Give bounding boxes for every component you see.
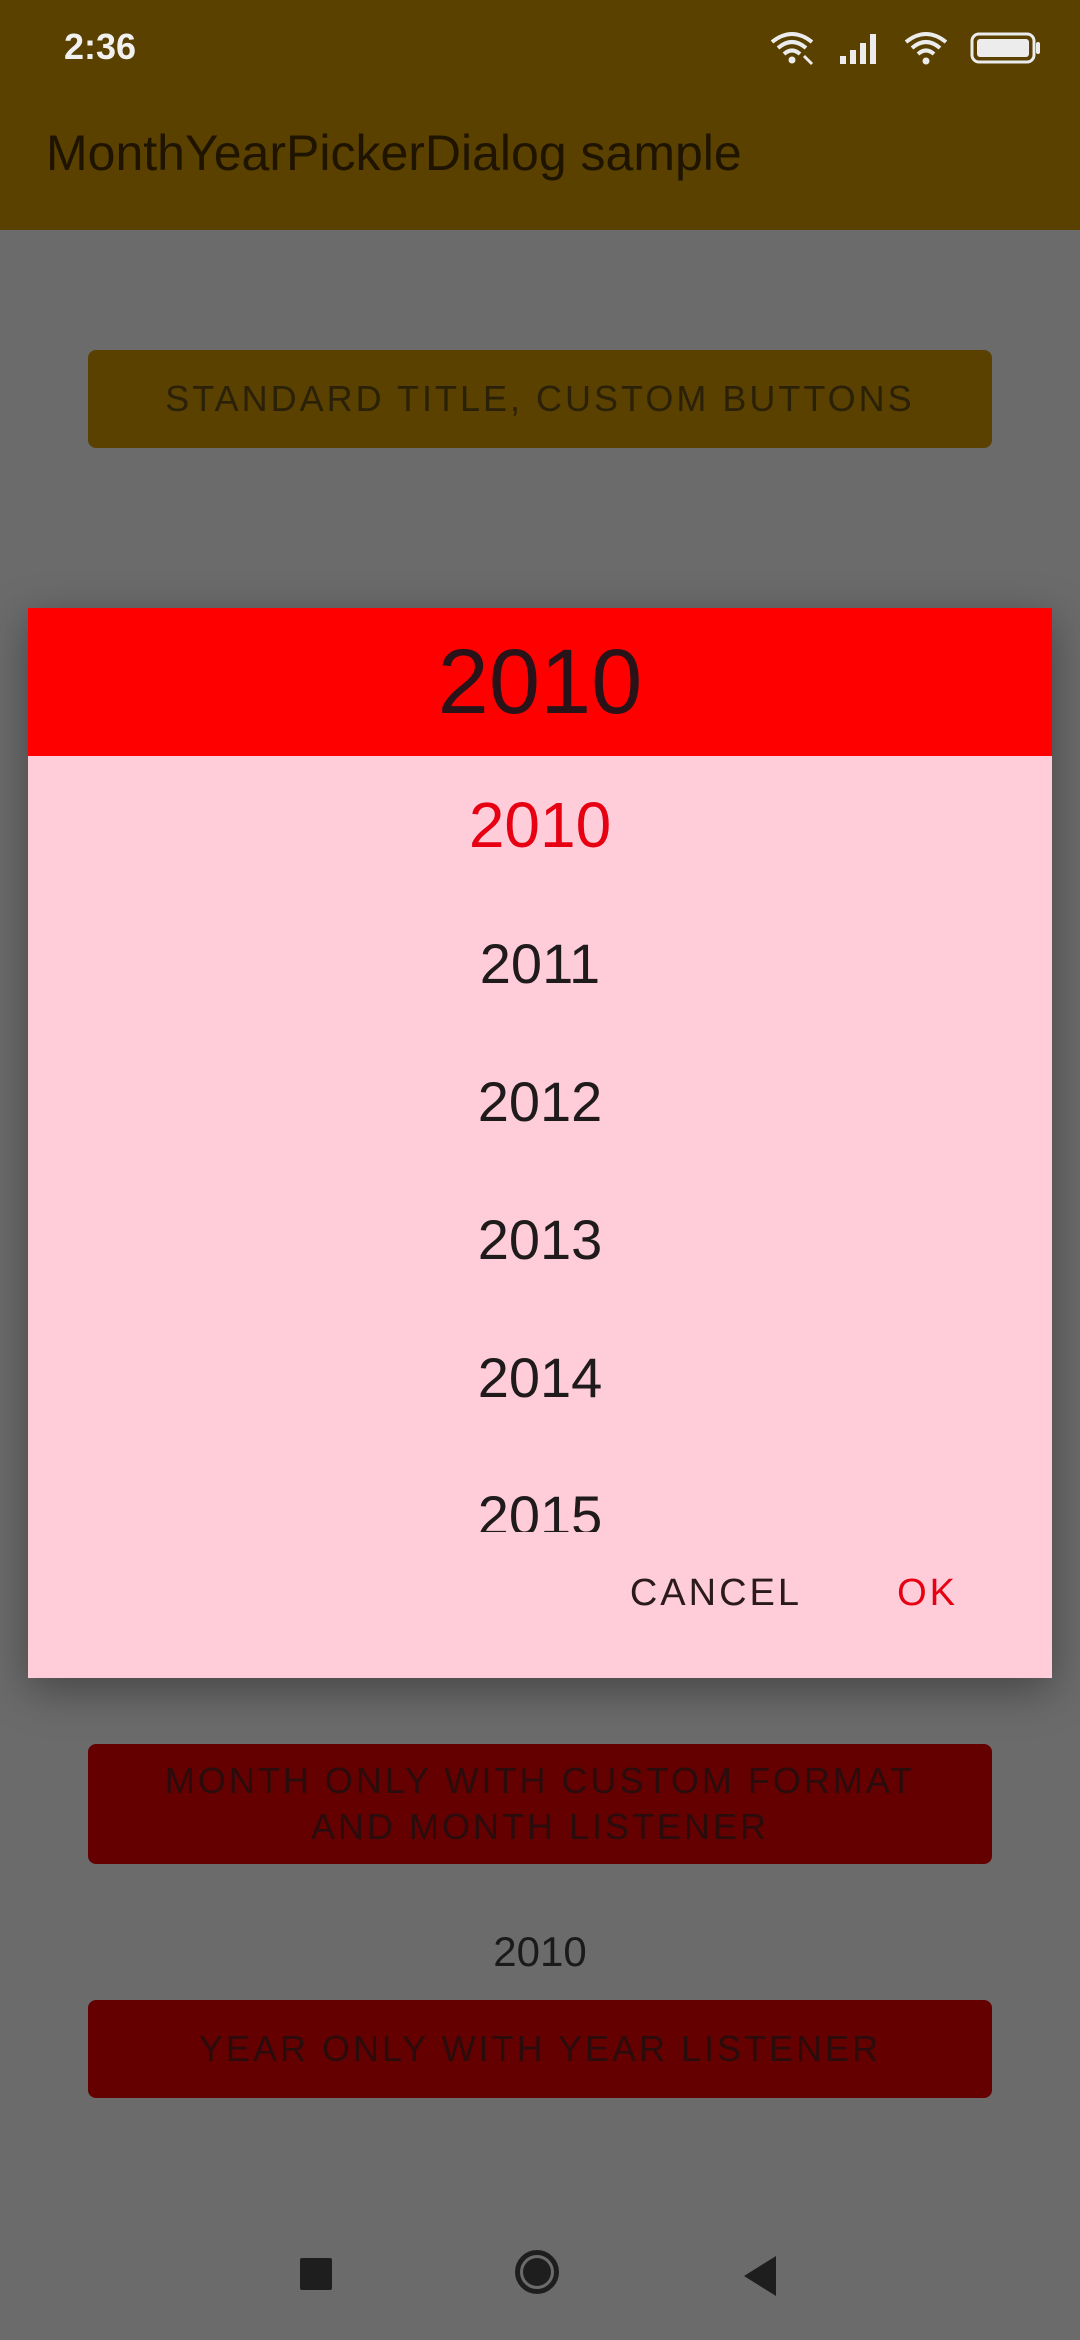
- signal-icon: [840, 34, 876, 64]
- status-icons: [768, 26, 1042, 70]
- year-item[interactable]: 2015: [28, 1446, 1052, 1533]
- year-item[interactable]: 2011: [28, 894, 1052, 1032]
- navigation-bar: [0, 2220, 1080, 2340]
- year-picker-list[interactable]: 2010 2011 2012 2013 2014 2015: [28, 756, 1052, 1532]
- home-inner-dot: [523, 2258, 551, 2286]
- ok-button[interactable]: OK: [897, 1572, 958, 1615]
- battery-icon: [970, 32, 1040, 64]
- app-bar: MonthYearPickerDialog sample: [0, 96, 1080, 230]
- home-circle-icon[interactable]: [515, 2250, 559, 2294]
- status-bar: 2:36: [0, 0, 1080, 96]
- selected-year-text: 2010: [493, 1928, 587, 1975]
- year-item[interactable]: 2013: [28, 1170, 1052, 1308]
- back-triangle-icon[interactable]: [744, 2256, 776, 2296]
- wifi-calling-icon: [770, 32, 814, 66]
- dialog-actions: CANCEL OK: [28, 1528, 1052, 1678]
- recents-square-icon[interactable]: [300, 2258, 332, 2290]
- standard-title-custom-buttons-button[interactable]: STANDARD TITLE, CUSTOM BUTTONS: [88, 350, 992, 448]
- year-picker-dialog: 2010 2010 2011 2012 2013 2014 2015 CANCE…: [28, 608, 1052, 1678]
- year-item-selected[interactable]: 2010: [28, 756, 1052, 894]
- header-selected-year[interactable]: 2010: [438, 630, 643, 735]
- wifi-icon: [904, 32, 948, 65]
- year-only-button[interactable]: YEAR ONLY WITH YEAR LISTENER: [88, 2000, 992, 2098]
- cancel-button[interactable]: CANCEL: [630, 1572, 802, 1615]
- status-time: 2:36: [64, 26, 137, 67]
- app-title: MonthYearPickerDialog sample: [46, 125, 742, 181]
- year-item[interactable]: 2012: [28, 1032, 1052, 1170]
- year-item[interactable]: 2014: [28, 1308, 1052, 1446]
- month-only-button[interactable]: MONTH ONLY WITH CUSTOM FORMAT AND MONTH …: [88, 1744, 992, 1864]
- dialog-header: 2010: [28, 608, 1052, 756]
